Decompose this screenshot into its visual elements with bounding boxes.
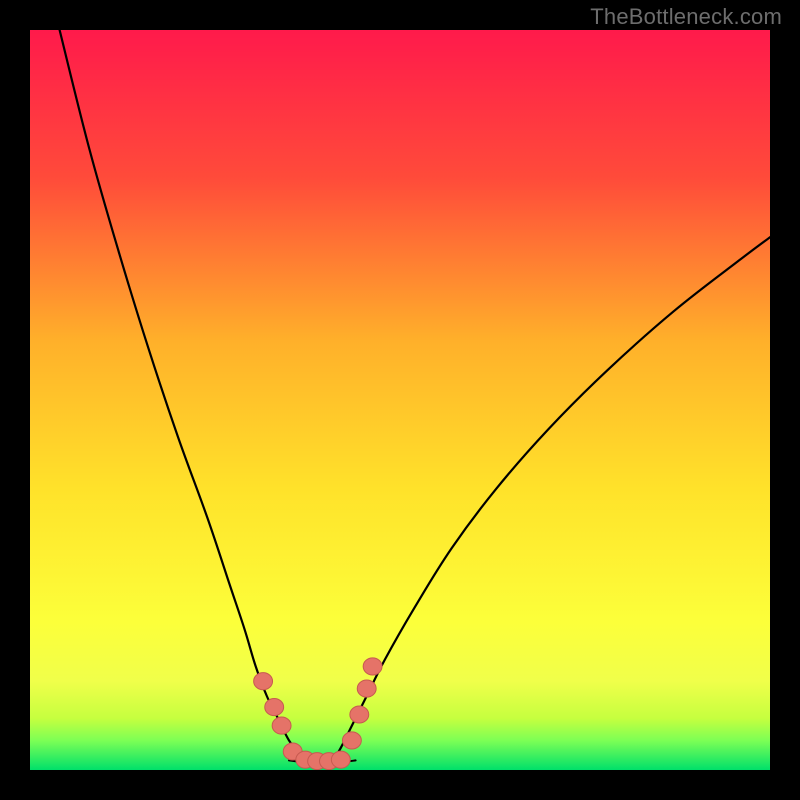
marker-point <box>357 680 376 697</box>
marker-point <box>363 658 382 675</box>
marker-point <box>265 699 284 716</box>
marker-point <box>254 673 273 690</box>
marker-point <box>342 732 361 749</box>
outer-frame: TheBottleneck.com <box>0 0 800 800</box>
chart-canvas <box>30 30 770 770</box>
watermark-text: TheBottleneck.com <box>590 4 782 30</box>
series-right-curve <box>333 237 770 760</box>
plot-area <box>30 30 770 770</box>
series-left-curve <box>60 30 308 760</box>
marker-point <box>272 717 291 734</box>
marker-point <box>350 706 369 723</box>
marker-point <box>331 751 350 768</box>
